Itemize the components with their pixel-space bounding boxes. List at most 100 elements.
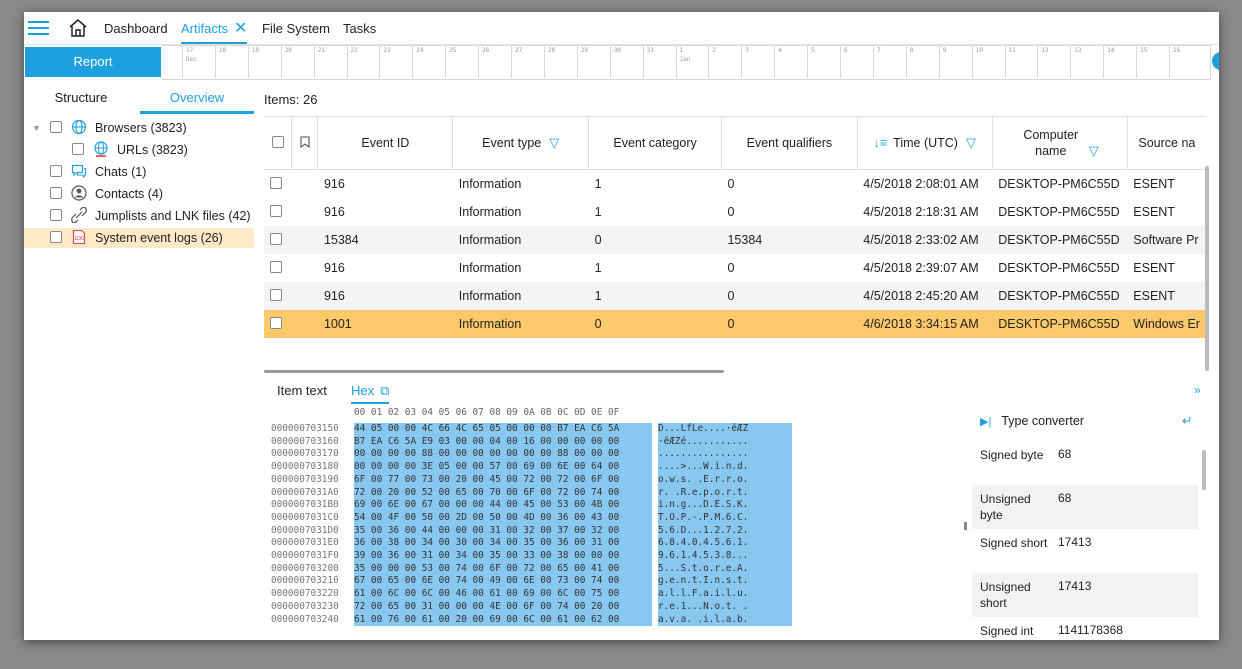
grid-horizontal-scrollbar[interactable] [264, 370, 724, 373]
tab-file-system-label: File System [262, 21, 330, 36]
home-icon[interactable] [68, 18, 88, 38]
report-button[interactable]: Report [25, 47, 161, 77]
timeline-scroll-icon[interactable] [1212, 52, 1219, 70]
table-cell: 1 [594, 205, 602, 219]
row-select-cell[interactable] [264, 282, 292, 310]
checkbox[interactable] [50, 121, 62, 133]
hex-viewer[interactable]: 00 01 02 03 04 05 06 07 08 09 0A 0B 0C 0… [268, 407, 958, 640]
row-checkbox[interactable] [270, 317, 282, 329]
row-bookmark-cell[interactable] [291, 310, 318, 338]
bookmark-header[interactable] [291, 117, 319, 170]
tree-item-jumplists[interactable]: Jumplists and LNK files (42) [24, 206, 254, 226]
close-icon[interactable]: ✕ [234, 12, 247, 45]
timeline-bar[interactable]: 17 Dec 18 19 20 21 22 23 24 25 26 27 28 29 30 31 1 Jan 2 3 4… [162, 45, 1211, 80]
row-checkbox[interactable] [270, 233, 282, 245]
type-converter-scrollbar[interactable] [1202, 450, 1206, 490]
row-checkbox[interactable] [270, 261, 282, 273]
log-icon: LOG [73, 229, 86, 245]
tree-item-contacts[interactable]: Contacts (4) [24, 184, 254, 204]
column-source-name[interactable]: Source na [1127, 117, 1206, 170]
timeline-tick: 31 [642, 46, 654, 78]
table-cell: 0 [588, 310, 722, 338]
row-select-cell[interactable] [264, 226, 292, 254]
column-event-type[interactable]: Event type ▽ [452, 117, 590, 170]
tab-hex[interactable]: Hex ⧉ [351, 380, 390, 404]
hex-offset: 000000703180 [271, 461, 339, 473]
checkbox[interactable] [50, 209, 62, 221]
table-row[interactable]: 15384 Information 0 15384 4/5/2018 2:33:02 A… [264, 226, 1206, 254]
items-count: Items: 26 [264, 92, 318, 107]
tree-item-label: Chats (1) [94, 165, 147, 179]
menu-icon[interactable] [28, 21, 49, 35]
sort-icon[interactable]: ↓≡ [874, 136, 888, 150]
checkbox[interactable] [50, 231, 62, 243]
type-label: Signed short [980, 536, 1048, 550]
open-external-icon[interactable]: ⧉ [380, 383, 389, 398]
row-bookmark-cell[interactable] [292, 254, 318, 282]
checkbox[interactable] [72, 143, 84, 155]
row-select-cell[interactable] [264, 310, 292, 338]
row-bookmark-cell[interactable] [291, 282, 318, 310]
row-select-cell[interactable] [264, 198, 292, 226]
tab-item-text[interactable]: Item text [277, 380, 327, 402]
tab-tasks[interactable]: Tasks [343, 12, 376, 44]
hex-offset: 0000007031E0 [271, 537, 339, 549]
filter-icon[interactable]: ▽ [549, 135, 559, 151]
tree-item-chats[interactable]: Chats (1) [24, 162, 254, 182]
tree-item-urls[interactable]: URLs (3823) [24, 140, 254, 160]
table-cell: DESKTOP-PM6C55D [992, 310, 1128, 338]
row-checkbox[interactable] [270, 205, 282, 217]
hex-byte-row: B7 EA C6 5A E9 03 00 00 04 00 16 00 00 0… [354, 435, 620, 447]
table-row[interactable]: 916 Information 1 0 4/5/2018 2:45:20 AM DESKT… [264, 282, 1206, 310]
table-header-row: Event ID Event type ▽ Event category Even… [264, 117, 1206, 170]
select-all-header[interactable] [264, 117, 293, 170]
tree-item-browsers[interactable]: ▼ Browsers (3823) [24, 118, 254, 138]
column-time[interactable]: ↓≡ Time (UTC) ▽ [857, 117, 993, 170]
checkbox[interactable] [50, 165, 62, 177]
tree-item-label: System event logs (26) [94, 231, 223, 245]
table-cell: ESENT [1133, 177, 1175, 191]
play-icon[interactable]: ▶| [980, 416, 991, 428]
table-cell: 0 [721, 282, 858, 310]
timeline-tick-label: 9 [942, 47, 947, 54]
collapse-icon[interactable]: » [1194, 383, 1201, 397]
hex-bytes[interactable]: 44 05 00 00 4C 66 4C 65 05 00 00 00 B7 E… [354, 423, 652, 627]
row-select-cell[interactable] [264, 170, 292, 199]
tab-file-system[interactable]: File System [262, 12, 330, 44]
expand-arrow-icon[interactable]: ▼ [32, 118, 41, 138]
row-bookmark-cell[interactable] [292, 198, 318, 226]
row-checkbox[interactable] [270, 177, 282, 189]
table-row[interactable]: 916 Information 1 0 4/5/2018 2:39:07 AM DESKT… [264, 254, 1206, 282]
timeline-tick: 21 [313, 46, 325, 78]
table-row[interactable]: 916 Information 1 0 4/5/2018 2:08:01 AM DESKT… [264, 170, 1206, 199]
checkbox[interactable] [50, 187, 62, 199]
hex-ascii-row: T.O.P.-.P.M.6.C. [658, 511, 749, 523]
row-select-cell[interactable] [264, 254, 292, 282]
hex-ascii[interactable]: D...LfLe....·ëÆZ ·ëÆZé...................… [658, 423, 792, 627]
grid-vertical-scrollbar[interactable] [1205, 166, 1209, 371]
tree-item-system-event-logs[interactable]: LOG System event logs (26) [24, 228, 254, 248]
filter-icon[interactable]: ▽ [966, 135, 976, 151]
top-navigation: Dashboard Artifacts ✕ File System Tasks [24, 12, 1219, 45]
select-all-checkbox[interactable] [271, 136, 284, 148]
timeline-tick-label: 4 [778, 47, 782, 54]
filter-icon[interactable]: ▽ [1089, 143, 1099, 159]
tab-dashboard[interactable]: Dashboard [104, 12, 168, 44]
column-event-id[interactable]: Event ID [317, 117, 454, 170]
column-event-category[interactable]: Event category [588, 117, 722, 170]
row-bookmark-cell[interactable] [291, 226, 318, 254]
table-row[interactable]: 1001 Information 0 0 4/6/2018 3:34:15 AM DESK… [264, 310, 1206, 338]
tree-item-label: URLs (3823) [116, 143, 188, 157]
panel-splitter[interactable] [964, 522, 967, 530]
column-computer-name[interactable]: Computer name ▽ [992, 117, 1128, 170]
column-event-qualifiers[interactable]: Event qualifiers [721, 117, 858, 170]
row-checkbox[interactable] [270, 289, 282, 301]
tab-artifacts[interactable]: Artifacts ✕ [181, 12, 248, 45]
enter-icon[interactable]: ↵ [1182, 407, 1192, 435]
row-bookmark-cell[interactable] [292, 170, 318, 199]
table-row[interactable]: 916 Information 1 0 4/5/2018 2:18:31 AM DESKT… [264, 198, 1206, 226]
table-cell: DESKTOP-PM6C55D [998, 261, 1120, 275]
tab-overview[interactable]: Overview [140, 85, 254, 114]
tab-structure[interactable]: Structure [24, 85, 138, 111]
timeline-tick: 30 [609, 46, 621, 78]
